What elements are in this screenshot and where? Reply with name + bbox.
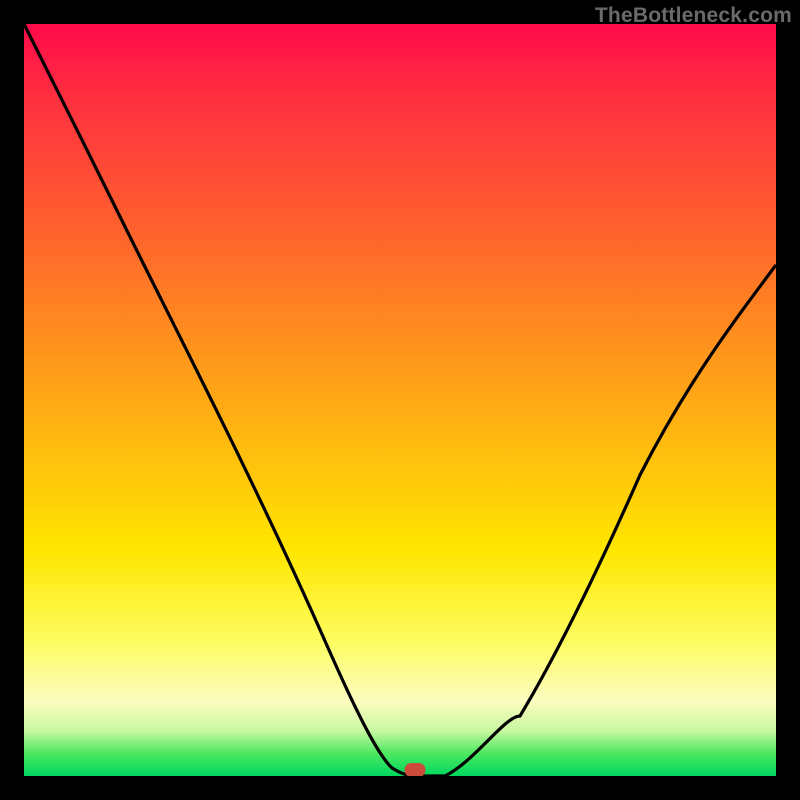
optimal-point-marker xyxy=(405,763,426,776)
chart-canvas: TheBottleneck.com xyxy=(0,0,800,800)
bottleneck-curve xyxy=(24,24,776,776)
plot-area xyxy=(24,24,776,776)
